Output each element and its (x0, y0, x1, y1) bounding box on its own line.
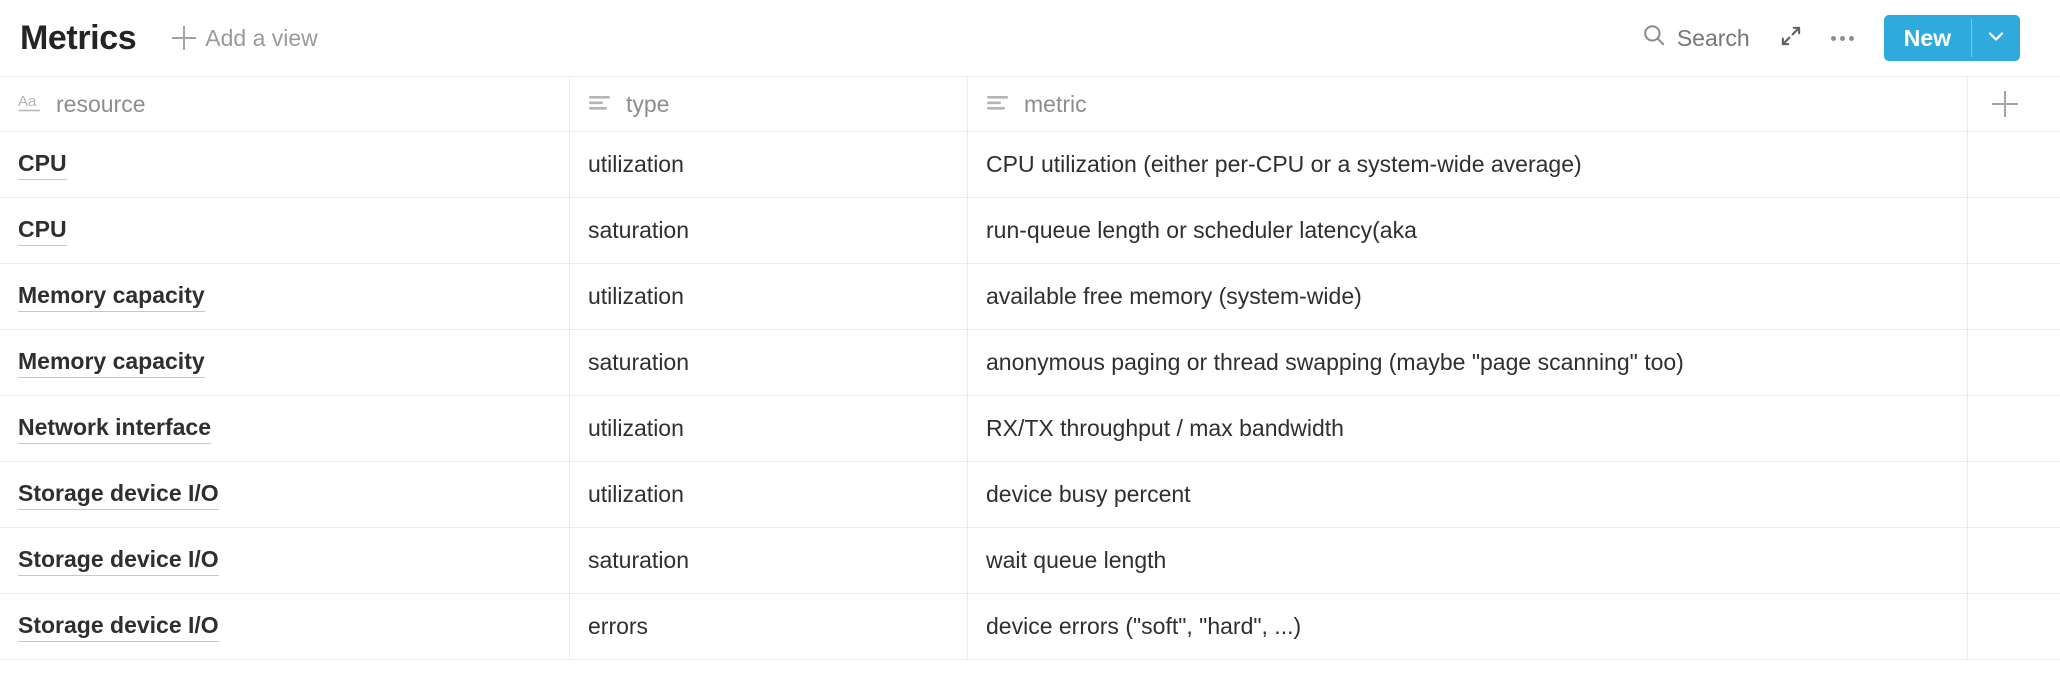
table-row[interactable]: Storage device I/O saturation wait queue l… (0, 528, 2060, 594)
new-dropdown-button[interactable] (1972, 15, 2020, 61)
table-row[interactable]: Network interface utilization RX/TX throug… (0, 396, 2060, 462)
table-body: CPU utilization CPU utilization (either pe… (0, 132, 2060, 660)
cell-value: anonymous paging or thread swapping (may… (986, 349, 1684, 375)
cell-value: saturation (588, 547, 690, 573)
cell-metric[interactable]: wait queue length (968, 528, 1968, 593)
cell-type[interactable]: utilization (570, 264, 968, 329)
cell-type[interactable]: utilization (570, 396, 968, 461)
cell-type[interactable]: errors (570, 594, 968, 659)
search-label: Search (1676, 24, 1750, 51)
cell-spacer (1968, 264, 2060, 329)
column-header-label: type (626, 90, 670, 117)
cell-spacer (1968, 132, 2060, 197)
row-title-link[interactable]: Storage device I/O (18, 545, 219, 576)
cell-metric[interactable]: device busy percent (968, 462, 1968, 527)
cell-metric[interactable]: RX/TX throughput / max bandwidth (968, 396, 1968, 461)
table-header-row: Aa resource type metric (0, 76, 2060, 132)
cell-value: saturation (588, 217, 690, 243)
cell-value: CPU utilization (either per-CPU or a sys… (986, 151, 1582, 177)
cell-value: RX/TX throughput / max bandwidth (986, 415, 1344, 441)
add-column-button[interactable] (1968, 77, 2060, 131)
cell-resource[interactable]: Storage device I/O (0, 528, 570, 593)
cell-value: utilization (588, 415, 684, 441)
page-title[interactable]: Metrics (14, 17, 142, 59)
column-header-label: metric (1024, 90, 1087, 117)
cell-value: errors (588, 613, 649, 639)
cell-resource[interactable]: CPU (0, 198, 570, 263)
toolbar-actions: Search New (1629, 15, 2020, 61)
svg-text:Aa: Aa (18, 93, 37, 110)
cell-resource[interactable]: Memory capacity (0, 330, 570, 395)
row-title-link[interactable]: Storage device I/O (18, 611, 219, 642)
cell-type[interactable]: saturation (570, 528, 968, 593)
cell-value: available free memory (system-wide) (986, 283, 1362, 309)
table-row[interactable]: Memory capacity saturation anonymous pagin… (0, 330, 2060, 396)
expand-diagonal-arrows-icon (1778, 23, 1804, 54)
cell-resource[interactable]: Memory capacity (0, 264, 570, 329)
column-header-type[interactable]: type (570, 77, 968, 131)
row-title-link[interactable]: CPU (18, 149, 67, 180)
cell-metric[interactable]: device errors ("soft", "hard", ...) (968, 594, 1968, 659)
search-icon (1641, 22, 1667, 54)
new-button-group: New (1883, 15, 2020, 61)
database-table-page: Metrics Add a view Search New Aa resourc… (0, 0, 2060, 694)
cell-resource[interactable]: Network interface (0, 396, 570, 461)
cell-value: device errors ("soft", "hard", ...) (986, 613, 1302, 639)
more-options-button[interactable] (1820, 15, 1866, 61)
cell-value: utilization (588, 151, 684, 177)
cell-metric[interactable]: run-queue length or scheduler latency(ak… (968, 198, 1968, 263)
cell-resource[interactable]: Storage device I/O (0, 594, 570, 659)
add-view-button[interactable]: Add a view (162, 19, 328, 58)
cell-value: utilization (588, 283, 684, 309)
cell-metric[interactable]: available free memory (system-wide) (968, 264, 1968, 329)
cell-value: run-queue length or scheduler latency(ak… (986, 217, 1417, 243)
column-header-resource[interactable]: Aa resource (0, 77, 570, 131)
search-button[interactable]: Search (1629, 15, 1762, 61)
new-button[interactable]: New (1884, 15, 1971, 61)
database-table: Aa resource type metric CPU utilization … (0, 76, 2060, 660)
cell-type[interactable]: saturation (570, 198, 968, 263)
chevron-down-icon (1984, 24, 2008, 53)
table-row[interactable]: Memory capacity utilization available free… (0, 264, 2060, 330)
title-text-aa-icon: Aa (18, 91, 44, 117)
view-toolbar: Metrics Add a view Search New (0, 0, 2060, 76)
cell-type[interactable]: utilization (570, 132, 968, 197)
row-title-link[interactable]: Network interface (18, 413, 212, 444)
column-header-label: resource (56, 90, 146, 117)
text-property-icon (986, 91, 1012, 117)
cell-value: utilization (588, 481, 684, 507)
cell-spacer (1968, 594, 2060, 659)
cell-type[interactable]: utilization (570, 462, 968, 527)
expand-button[interactable] (1768, 15, 1814, 61)
cell-value: wait queue length (986, 547, 1167, 573)
row-title-link[interactable]: CPU (18, 215, 67, 246)
cell-value: saturation (588, 349, 690, 375)
cell-resource[interactable]: Storage device I/O (0, 462, 570, 527)
add-view-label: Add a view (205, 24, 318, 51)
row-title-link[interactable]: Memory capacity (18, 281, 205, 312)
row-title-link[interactable]: Memory capacity (18, 347, 205, 378)
cell-spacer (1968, 330, 2060, 395)
ellipsis-icon (1831, 35, 1855, 41)
row-title-link[interactable]: Storage device I/O (18, 479, 219, 510)
cell-resource[interactable]: CPU (0, 132, 570, 197)
column-header-metric[interactable]: metric (968, 77, 1968, 131)
cell-metric[interactable]: CPU utilization (either per-CPU or a sys… (968, 132, 1968, 197)
table-row[interactable]: CPU utilization CPU utilization (either pe… (0, 132, 2060, 198)
cell-metric[interactable]: anonymous paging or thread swapping (may… (968, 330, 1968, 395)
table-row[interactable]: Storage device I/O utilization device busy… (0, 462, 2060, 528)
plus-icon (172, 26, 197, 50)
table-row[interactable]: Storage device I/O errors device errors ("… (0, 594, 2060, 660)
cell-spacer (1968, 462, 2060, 527)
text-property-icon (588, 91, 614, 117)
cell-spacer (1968, 396, 2060, 461)
cell-spacer (1968, 198, 2060, 263)
cell-value: device busy percent (986, 481, 1191, 507)
table-row[interactable]: CPU saturation run-queue length or schedul… (0, 198, 2060, 264)
cell-type[interactable]: saturation (570, 330, 968, 395)
plus-icon (1992, 91, 2018, 117)
cell-spacer (1968, 528, 2060, 593)
